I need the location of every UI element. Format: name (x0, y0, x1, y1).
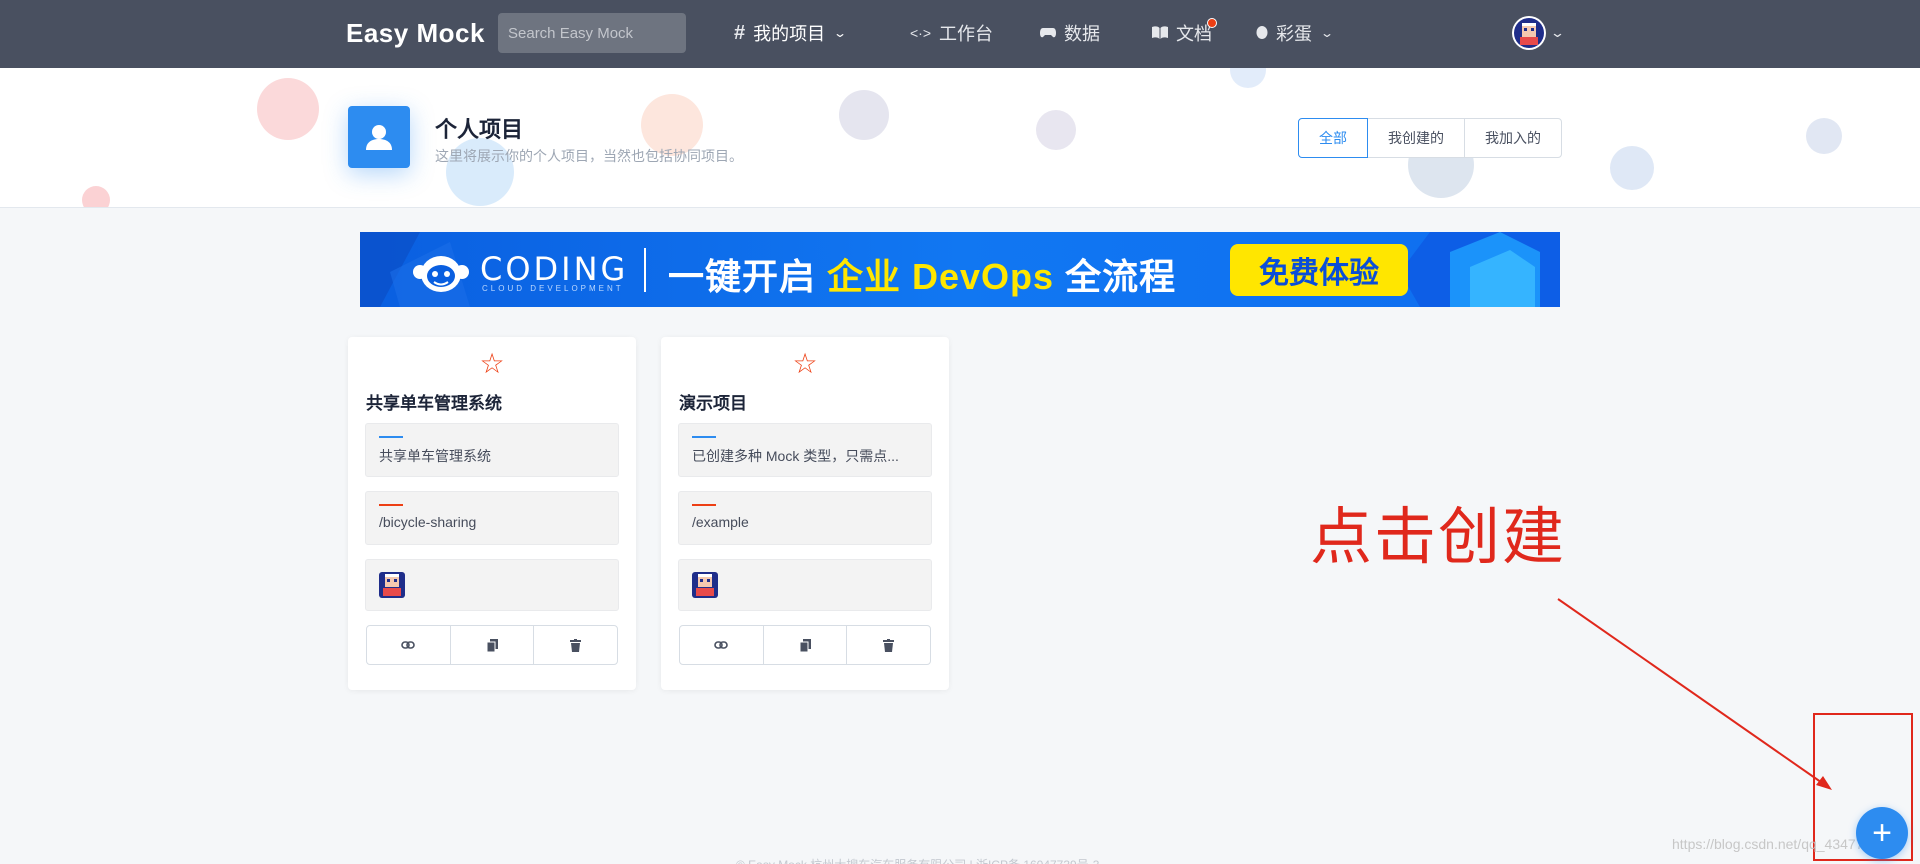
user-avatar (1512, 16, 1546, 50)
notification-dot (1207, 18, 1217, 28)
nav-workbench[interactable]: <·> 工作台 (910, 20, 993, 46)
project-description: 已创建多种 Mock 类型，只需点... (692, 448, 899, 464)
project-url-field: /bicycle-sharing (365, 491, 619, 545)
nav-docs-label: 文档 (1176, 24, 1212, 44)
nav-docs[interactable]: 文档 (1152, 18, 1217, 46)
coding-ad-banner[interactable]: CODING CLOUD DEVELOPMENT 一键开启 企业 DevOps … (360, 232, 1560, 307)
decor-bubble (82, 186, 110, 207)
nav-docs-label-wrap: 文档 (1176, 18, 1217, 46)
member-avatar[interactable] (692, 572, 718, 598)
user-menu[interactable]: ⌄ (1512, 16, 1566, 50)
chevron-down-icon: ⌄ (1549, 25, 1566, 40)
decor-bubble (1806, 118, 1842, 154)
chevron-down-icon: ⌄ (1319, 26, 1335, 40)
filter-created-button[interactable]: 我创建的 (1367, 118, 1465, 158)
nav-data-label: 数据 (1064, 24, 1100, 44)
search-input[interactable] (498, 13, 686, 53)
project-description-field: 已创建多种 Mock 类型，只需点... (678, 423, 932, 477)
banner-slogan: 一键开启 企业 DevOps 全流程 (668, 248, 1176, 300)
decor-bubble (839, 90, 889, 140)
delete-project-button[interactable] (846, 626, 930, 664)
copy-icon (486, 638, 498, 652)
book-icon (1152, 23, 1168, 44)
project-actions (679, 625, 931, 665)
project-name: 共享单车管理系统 (366, 394, 502, 413)
page-hero: 个人项目 这里将展示你的个人项目，当然也包括协同项目。 全部 我创建的 我加入的 (0, 68, 1920, 208)
delete-project-button[interactable] (533, 626, 617, 664)
create-project-button[interactable]: + (1856, 807, 1908, 859)
copy-link-button[interactable] (367, 626, 450, 664)
app-logo[interactable]: Easy Mock (346, 18, 485, 49)
project-name: 演示项目 (679, 394, 747, 413)
project-url: /example (692, 514, 749, 530)
watermark-text: https://blog.csdn.net/qq_43477723 (1672, 836, 1887, 852)
nav-data[interactable]: 数据 (1040, 20, 1100, 46)
annotation-text: 点击创建 (1310, 500, 1567, 573)
annotation-arrow (1557, 598, 1832, 790)
coding-monkey-icon (413, 256, 469, 292)
project-url: /bicycle-sharing (379, 514, 477, 530)
project-members-field (678, 559, 932, 611)
banner-slogan-part2: 全流程 (1054, 256, 1177, 297)
decor-bubble (1036, 110, 1076, 150)
project-members-field (365, 559, 619, 611)
clone-project-button[interactable] (762, 626, 847, 664)
hash-icon: # (734, 21, 746, 44)
url-indicator (692, 504, 716, 506)
url-indicator (379, 504, 403, 506)
filter-joined-button[interactable]: 我加入的 (1464, 118, 1562, 158)
coding-brand-subtext: CLOUD DEVELOPMENT (482, 284, 624, 293)
nav-easter-egg-label: 彩蛋 (1276, 24, 1312, 44)
project-user-icon (348, 106, 410, 168)
project-actions (366, 625, 618, 665)
description-indicator (692, 436, 716, 438)
filter-all-button[interactable]: 全部 (1298, 118, 1368, 158)
project-description-field: 共享单车管理系统 (365, 423, 619, 477)
chevron-down-icon: ⌄ (833, 26, 848, 40)
top-navbar: Easy Mock # 我的项目 ⌄ <·> 工作台 数据 文档 彩蛋 ⌄ (0, 0, 1920, 68)
egg-icon (1256, 23, 1268, 44)
project-card[interactable]: ☆ 演示项目 已创建多种 Mock 类型，只需点... /example (661, 337, 949, 690)
star-outline-icon[interactable]: ☆ (348, 347, 636, 380)
page-footer: © Easy Mock 杭州大搜车汽车服务有限公司 | 浙ICP备 160477… (736, 856, 1099, 864)
link-icon (401, 641, 416, 649)
nav-my-projects[interactable]: # 我的项目 ⌄ (734, 20, 848, 46)
code-arrows-icon: <·> (910, 25, 932, 41)
free-trial-button[interactable]: 免费体验 (1230, 244, 1408, 296)
banner-divider (644, 248, 646, 292)
project-description: 共享单车管理系统 (379, 448, 491, 464)
trash-icon (570, 638, 582, 652)
coding-brand-text: CODING (480, 250, 629, 288)
star-outline-icon[interactable]: ☆ (661, 347, 949, 380)
page-subtitle: 这里将展示你的个人项目，当然也包括协同项目。 (435, 148, 743, 164)
project-filter-group: 全部 我创建的 我加入的 (1298, 118, 1562, 158)
page-title: 个人项目 (435, 117, 524, 142)
project-card[interactable]: ☆ 共享单车管理系统 共享单车管理系统 /bicycle-sharing (348, 337, 636, 690)
decor-bubble (1610, 146, 1654, 190)
clone-project-button[interactable] (449, 626, 534, 664)
link-icon (714, 641, 729, 649)
gamepad-icon (1040, 23, 1056, 44)
decor-bubble (1230, 68, 1266, 88)
decor-bubble (257, 78, 319, 140)
description-indicator (379, 436, 403, 438)
member-avatar[interactable] (379, 572, 405, 598)
nav-easter-egg[interactable]: 彩蛋 ⌄ (1256, 20, 1335, 46)
banner-slogan-highlight: 企业 DevOps (827, 256, 1055, 297)
project-url-field: /example (678, 491, 932, 545)
banner-slogan-part1: 一键开启 (668, 256, 828, 297)
copy-link-button[interactable] (680, 626, 763, 664)
trash-icon (883, 638, 895, 652)
nav-my-projects-label: 我的项目 (753, 24, 826, 44)
nav-workbench-label: 工作台 (939, 24, 994, 44)
copy-icon (799, 638, 811, 652)
